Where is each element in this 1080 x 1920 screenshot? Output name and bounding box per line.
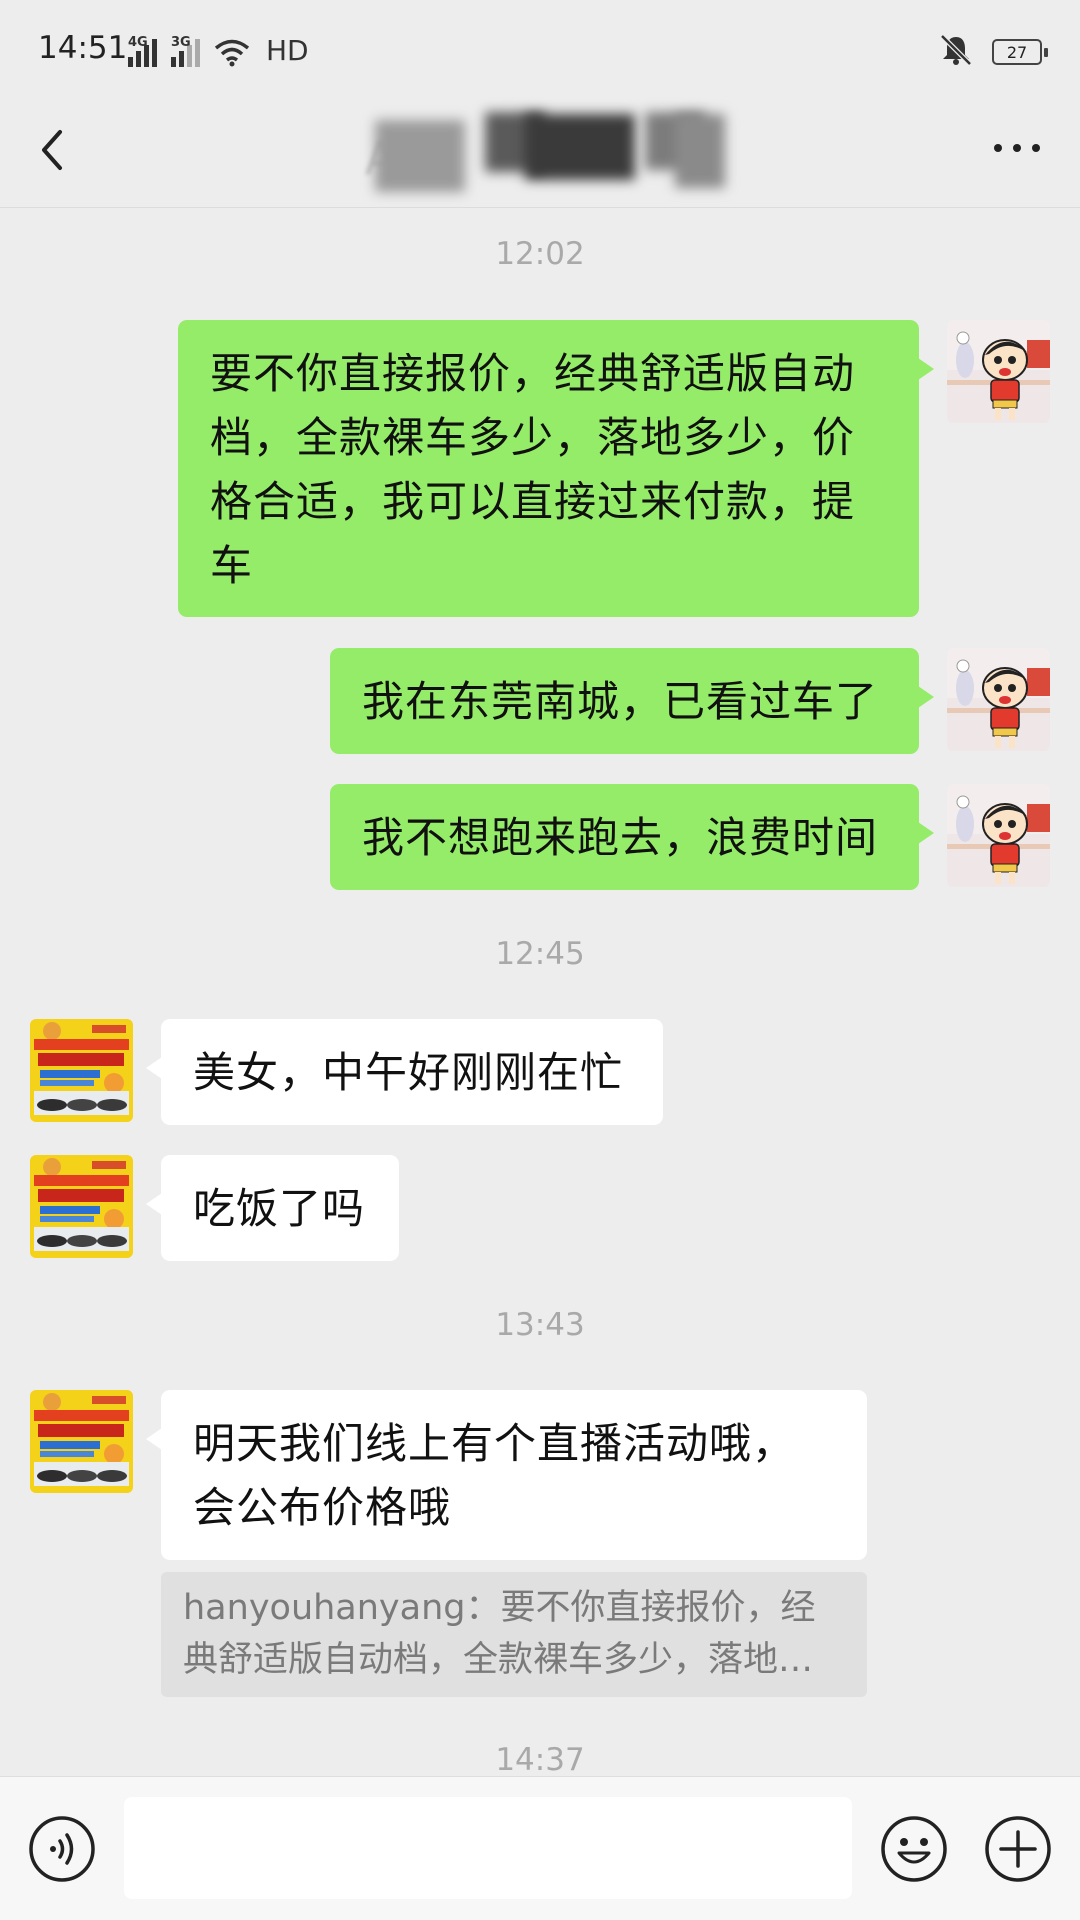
message-bubble-received[interactable]: 美女，中午好刚刚在忙	[146, 1019, 663, 1125]
quoted-message-line: 典舒适版自动档，全款裸车多少，落地…	[183, 1640, 814, 1680]
message-timestamp: 14:37	[495, 1742, 585, 1778]
voice-button[interactable]	[28, 1815, 96, 1883]
contact-avatar[interactable]	[30, 1019, 133, 1122]
mute-icon	[938, 33, 974, 71]
chat-title: A棒	[365, 108, 755, 200]
more-button[interactable]	[994, 144, 1040, 152]
wifi-icon	[214, 39, 250, 67]
message-timestamp: 12:45	[495, 936, 585, 972]
quoted-message-line: hanyouhanyang：要不你直接报价，经	[183, 1588, 816, 1628]
more-icon	[994, 144, 1002, 152]
back-button[interactable]	[30, 120, 90, 180]
status-time: 14:51	[38, 30, 128, 66]
message-timestamp: 13:43	[495, 1307, 585, 1343]
signal-3g-label: 3G	[171, 35, 191, 50]
my-avatar[interactable]	[947, 784, 1050, 887]
status-signals: 4G 3G HD	[128, 34, 309, 67]
battery-level: 27	[1006, 42, 1028, 62]
contact-avatar[interactable]	[30, 1390, 133, 1493]
my-avatar[interactable]	[947, 648, 1050, 751]
plus-icon	[985, 1816, 1051, 1882]
my-avatar[interactable]	[947, 320, 1050, 423]
battery-icon: 27	[992, 39, 1048, 65]
status-right: 27	[938, 33, 1048, 71]
signal-3g-icon: 3G	[171, 35, 200, 67]
message-bubble-sent[interactable]: 我在东莞南城，已看过车了	[330, 648, 934, 754]
contact-avatar[interactable]	[30, 1155, 133, 1258]
message-input[interactable]	[124, 1797, 852, 1899]
emoji-icon	[881, 1816, 947, 1882]
status-bar: 14:51 4G 3G HD 27	[0, 0, 1080, 100]
chevron-left-icon	[42, 130, 62, 170]
input-bar	[0, 1776, 1080, 1920]
plus-button[interactable]	[984, 1815, 1052, 1883]
quoted-message[interactable]: hanyouhanyang：要不你直接报价，经 典舒适版自动档，全款裸车多少，落…	[161, 1572, 867, 1697]
signal-4g-icon: 4G	[128, 35, 157, 67]
chat-header: A棒	[0, 100, 1080, 208]
message-bubble-sent[interactable]: 我不想跑来跑去，浪费时间	[330, 784, 934, 890]
message-timestamp: 12:02	[495, 236, 585, 272]
message-bubble-sent[interactable]: 要不你直接报价，经典舒适版自动档，全款裸车多少，落地多少，价格合适，我可以直接过…	[178, 320, 934, 617]
message-bubble-received[interactable]: 明天我们线上有个直播活动哦，会公布价格哦	[146, 1390, 867, 1560]
signal-4g-label: 4G	[128, 35, 148, 50]
hd-label: HD	[266, 34, 309, 67]
emoji-button[interactable]	[880, 1815, 948, 1883]
message-bubble-received[interactable]: 吃饭了吗	[146, 1155, 399, 1261]
voice-icon	[29, 1816, 95, 1882]
